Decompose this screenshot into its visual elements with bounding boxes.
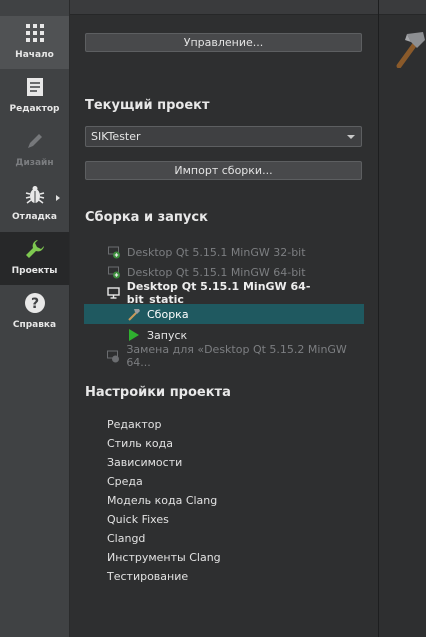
current-project-value: SIKTester <box>91 130 141 143</box>
hammer-icon <box>126 306 142 322</box>
run-label: Запуск <box>147 328 188 342</box>
projects-panel: Управление... Текущий проект SIKTester И… <box>70 15 378 637</box>
settings-item-editor[interactable]: Редактор <box>107 418 162 431</box>
panel-top-strip <box>70 0 378 15</box>
kit-label: Замена для «Desktop Qt 5.15.2 MinGW 64..… <box>126 343 347 369</box>
svg-text:?: ? <box>30 296 38 312</box>
settings-item-dependencies[interactable]: Зависимости <box>107 456 182 469</box>
wrench-icon <box>24 236 46 262</box>
settings-item-testing[interactable]: Тестирование <box>107 570 188 583</box>
mode-edit[interactable]: Редактор <box>0 70 69 123</box>
help-icon: ? <box>24 290 46 316</box>
settings-item-clang-tools[interactable]: Инструменты Clang <box>107 551 221 564</box>
settings-item-environment[interactable]: Среда <box>107 475 143 488</box>
mode-welcome-label: Начало <box>15 50 54 60</box>
project-settings-heading: Настройки проекта <box>85 385 231 400</box>
mode-projects[interactable]: Проекты <box>0 232 69 285</box>
kit-label: Desktop Qt 5.15.1 MinGW 32-bit <box>127 245 306 259</box>
mode-help-label: Справка <box>12 320 57 330</box>
settings-item-code-style[interactable]: Стиль кода <box>107 437 173 450</box>
mode-welcome[interactable]: Начало <box>0 16 69 69</box>
mode-projects-label: Проекты <box>11 266 58 276</box>
manage-button[interactable]: Управление... <box>85 33 362 52</box>
bug-icon <box>25 182 45 208</box>
replacement-kit-icon <box>106 348 121 364</box>
build-label: Сборка <box>147 307 189 321</box>
right-top-strip <box>379 0 426 15</box>
play-icon <box>126 327 142 343</box>
kit-row[interactable]: Desktop Qt 5.15.1 MinGW 32-bit <box>84 242 364 262</box>
chevron-down-icon <box>347 135 355 139</box>
mode-design-label: Дизайн <box>15 158 54 168</box>
document-icon <box>26 74 44 100</box>
run-settings-item[interactable]: Запуск <box>84 325 364 345</box>
build-run-heading: Сборка и запуск <box>85 210 208 225</box>
mode-debug[interactable]: Отладка <box>0 178 69 231</box>
monitor-icon <box>106 285 122 301</box>
expand-arrow-icon[interactable] <box>56 195 60 201</box>
mode-help[interactable]: ? Справка <box>0 286 69 339</box>
add-kit-icon <box>106 244 122 260</box>
build-settings-item[interactable]: Сборка <box>84 304 364 324</box>
import-build-button[interactable]: Импорт сборки... <box>85 161 362 180</box>
settings-item-quick-fixes[interactable]: Quick Fixes <box>107 513 169 526</box>
add-kit-icon <box>106 264 122 280</box>
mode-design[interactable]: Дизайн <box>0 124 69 177</box>
mode-edit-label: Редактор <box>9 104 60 114</box>
build-hammer-icon <box>393 28 426 72</box>
settings-item-clang-code-model[interactable]: Модель кода Clang <box>107 494 217 507</box>
kit-row[interactable]: Desktop Qt 5.15.1 MinGW 64-bit <box>84 262 364 282</box>
mode-bar: Начало Редактор Дизайн Отладка Проекты ?… <box>0 0 70 637</box>
mode-debug-label: Отладка <box>12 212 57 222</box>
kit-label: Desktop Qt 5.15.1 MinGW 64-bit_static <box>126 280 311 306</box>
current-project-heading: Текущий проект <box>85 98 210 113</box>
right-pane <box>379 15 426 637</box>
pen-icon <box>25 128 45 154</box>
settings-item-clangd[interactable]: Clangd <box>107 532 145 545</box>
kit-label: Desktop Qt 5.15.1 MinGW 64-bit <box>127 265 306 279</box>
kit-row[interactable]: Замена для «Desktop Qt 5.15.2 MinGW 64..… <box>84 343 364 369</box>
kit-row-active[interactable]: Desktop Qt 5.15.1 MinGW 64-bit_static <box>84 280 364 306</box>
grid-icon <box>25 20 45 46</box>
current-project-select[interactable]: SIKTester <box>85 126 362 147</box>
